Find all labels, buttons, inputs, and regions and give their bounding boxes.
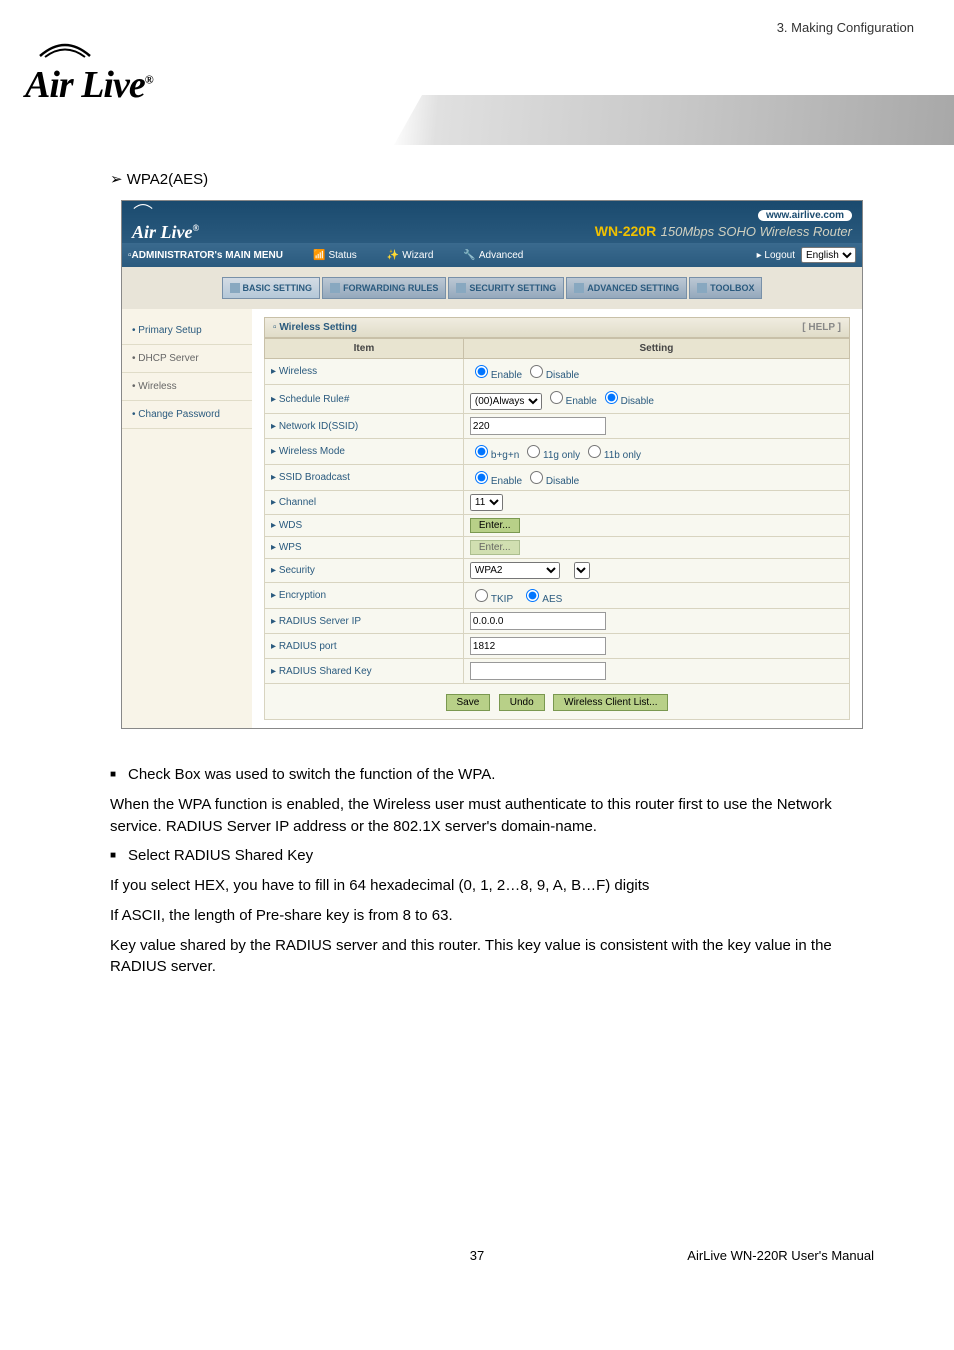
sidebar-wireless[interactable]: • Wireless — [122, 373, 252, 401]
client-list-button[interactable]: Wireless Client List... — [553, 694, 668, 711]
nav-bar: ▫ ADMINISTRATOR's MAIN MENU 📶Status ✨Wiz… — [122, 243, 862, 267]
broadcast-disable-radio[interactable] — [530, 471, 543, 484]
row-mode: ▸ Wireless Mode b+g+n 11g only 11b only — [265, 439, 850, 465]
body-p4: If you select HEX, you have to fill in 6… — [110, 875, 874, 897]
radius-ip-input[interactable] — [470, 612, 606, 630]
panel-header: ▫ Wireless Setting [ HELP ] — [264, 317, 850, 338]
router-header: Air Live® www.airlive.com WN-220R 150Mbp… — [122, 201, 862, 243]
router-model: WN-220R — [595, 223, 656, 239]
admin-menu-label: ADMINISTRATOR's MAIN MENU — [132, 250, 283, 261]
col-setting: Setting — [463, 339, 849, 359]
wps-enter-button[interactable]: Enter... — [470, 540, 520, 555]
tab-bar: BASIC SETTING FORWARDING RULES SECURITY … — [122, 267, 862, 309]
undo-button[interactable]: Undo — [499, 694, 545, 711]
row-radius-key: ▸ RADIUS Shared Key — [265, 659, 850, 684]
sidebar-change-password[interactable]: • Change Password — [122, 401, 252, 429]
tab-advanced[interactable]: ADVANCED SETTING — [566, 277, 687, 299]
router-logo: Air Live® — [132, 201, 199, 243]
sidebar-dhcp[interactable]: • DHCP Server — [122, 345, 252, 373]
table-header-row: Item Setting — [265, 339, 850, 359]
button-row: Save Undo Wireless Client List... — [264, 684, 850, 720]
manual-title: AirLive WN-220R User's Manual — [687, 1248, 874, 1263]
security-select[interactable]: WPA2 — [470, 562, 560, 579]
mode-bgn-radio[interactable] — [475, 445, 488, 458]
body-p3: Select RADIUS Shared Key — [110, 845, 874, 867]
status-icon: 📶 — [313, 250, 325, 261]
page-number: 37 — [470, 1248, 484, 1263]
ssid-input[interactable] — [470, 417, 606, 435]
router-model-sub: 150Mbps SOHO Wireless Router — [661, 224, 852, 239]
row-wds: ▸ WDS Enter... — [265, 515, 850, 537]
mode-11g-radio[interactable] — [527, 445, 540, 458]
wireless-enable-radio[interactable] — [475, 365, 488, 378]
row-broadcast: ▸ SSID Broadcast Enable Disable — [265, 465, 850, 491]
help-link[interactable]: [ HELP ] — [802, 322, 841, 333]
airlive-logo: Air Live® — [25, 40, 153, 107]
basic-icon — [230, 283, 240, 293]
tkip-radio[interactable] — [475, 589, 488, 602]
save-button[interactable]: Save — [446, 694, 491, 711]
logo-arc-icon — [35, 40, 95, 58]
nav-status[interactable]: 📶Status — [313, 250, 357, 261]
router-url: www.airlive.com — [758, 210, 852, 221]
advanced-icon: 🔧 — [463, 250, 475, 261]
tab-basic[interactable]: BASIC SETTING — [222, 277, 321, 299]
col-item: Item — [265, 339, 464, 359]
mode-11b-radio[interactable] — [588, 445, 601, 458]
channel-select[interactable]: 11 — [470, 494, 503, 511]
body-p2: When the WPA function is enabled, the Wi… — [110, 794, 874, 838]
row-ssid: ▸ Network ID(SSID) — [265, 414, 850, 439]
tab-forwarding[interactable]: FORWARDING RULES — [322, 277, 446, 299]
nav-wizard[interactable]: ✨Wizard — [387, 250, 434, 261]
row-radius-ip: ▸ RADIUS Server IP — [265, 609, 850, 634]
schedule-select[interactable]: (00)Always — [470, 393, 542, 410]
aes-radio[interactable] — [526, 589, 539, 602]
wds-enter-button[interactable]: Enter... — [470, 518, 520, 533]
radius-port-input[interactable] — [470, 637, 606, 655]
wireless-disable-radio[interactable] — [530, 365, 543, 378]
row-radius-port: ▸ RADIUS port — [265, 634, 850, 659]
chapter-label: 3. Making Configuration — [777, 20, 914, 35]
schedule-disable-radio[interactable] — [605, 391, 618, 404]
row-wireless: ▸ Wireless Enable Disable — [265, 359, 850, 385]
broadcast-enable-radio[interactable] — [475, 471, 488, 484]
tab-security[interactable]: SECURITY SETTING — [448, 277, 564, 299]
row-schedule: ▸ Schedule Rule# (00)Always Enable Disab… — [265, 385, 850, 414]
wizard-icon: ✨ — [387, 250, 399, 261]
page-header: 3. Making Configuration Air Live® — [0, 0, 954, 140]
body-p1: Check Box was used to switch the functio… — [110, 764, 874, 786]
page-footer: 37 AirLive WN-220R User's Manual — [0, 1248, 954, 1293]
nav-logout[interactable]: ▸ Logout — [757, 250, 795, 261]
language-select[interactable]: English — [801, 247, 856, 263]
tab-toolbox[interactable]: TOOLBOX — [689, 277, 762, 299]
sidebar: • Primary Setup • DHCP Server • Wireless… — [122, 309, 252, 728]
row-encryption: ▸ Encryption TKIP AES — [265, 583, 850, 609]
settings-table: Item Setting ▸ Wireless Enable Disable ▸… — [264, 338, 850, 684]
sidebar-primary[interactable]: • Primary Setup — [122, 317, 252, 345]
body-p6: Key value shared by the RADIUS server an… — [110, 935, 874, 979]
advanced-tab-icon — [574, 283, 584, 293]
settings-panel: ▫ Wireless Setting [ HELP ] Item Setting… — [252, 309, 862, 728]
nav-advanced[interactable]: 🔧Advanced — [463, 250, 523, 261]
body-p5: If ASCII, the length of Pre-share key is… — [110, 905, 874, 927]
panel-title: ▫ Wireless Setting — [273, 322, 357, 333]
security-icon — [456, 283, 466, 293]
section-heading: ➢ WPA2(AES) — [110, 170, 874, 188]
forwarding-icon — [330, 283, 340, 293]
row-security: ▸ Security WPA2 — [265, 559, 850, 583]
row-channel: ▸ Channel 11 — [265, 491, 850, 515]
router-screenshot: Air Live® www.airlive.com WN-220R 150Mbp… — [121, 200, 863, 729]
security-select2[interactable] — [574, 562, 590, 579]
header-banner — [394, 95, 954, 145]
toolbox-icon — [697, 283, 707, 293]
router-title-block: www.airlive.com WN-220R 150Mbps SOHO Wir… — [595, 205, 852, 241]
radius-key-input[interactable] — [470, 662, 606, 680]
row-wps: ▸ WPS Enter... — [265, 537, 850, 559]
schedule-enable-radio[interactable] — [550, 391, 563, 404]
